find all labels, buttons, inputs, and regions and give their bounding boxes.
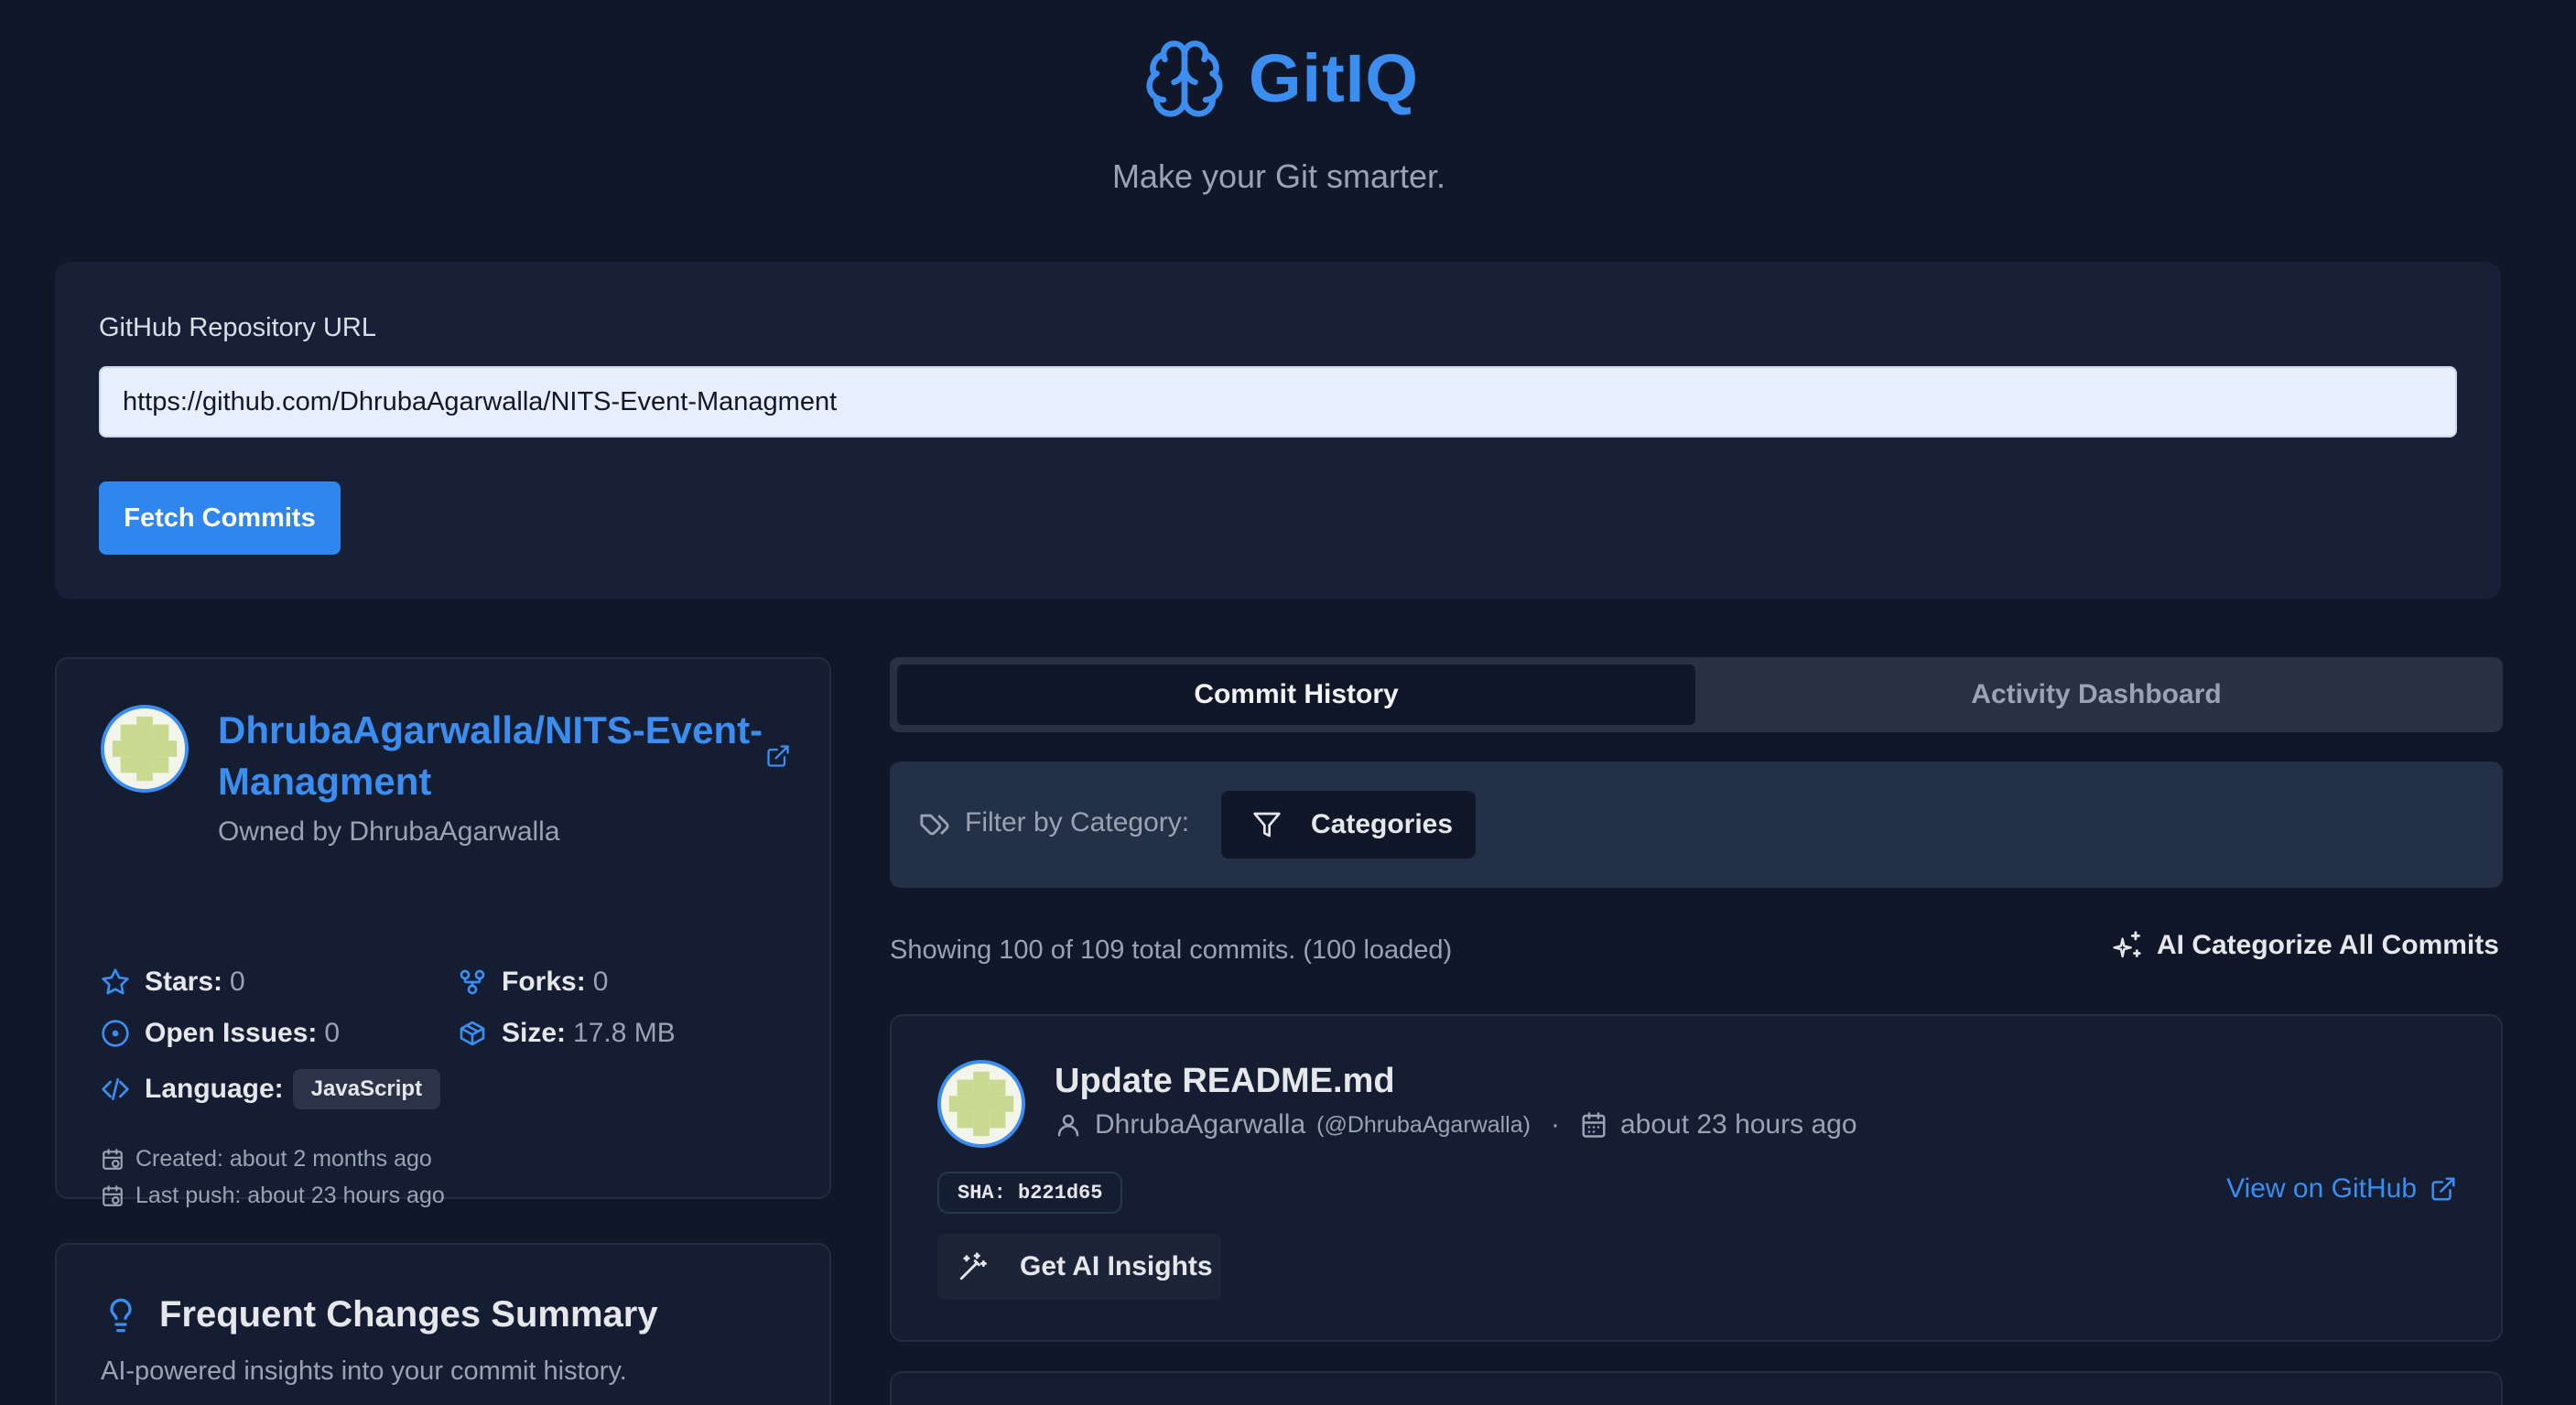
get-ai-insights-button[interactable]: Get AI Insights [937,1234,1221,1300]
frequent-changes-card: Frequent Changes Summary AI-powered insi… [55,1243,831,1405]
created-text: Created: about 2 months ago [135,1146,432,1172]
forks-value: 0 [592,967,609,997]
sparkles-icon [2113,931,2141,958]
stars-stat: Stars: 0 [101,967,245,998]
stars-value: 0 [230,967,245,997]
filter-icon [1253,812,1281,838]
repo-url-label: GitHub Repository URL [99,313,376,342]
external-link-icon[interactable] [765,743,791,769]
repo-info-card: DhrubaAgarwalla/NITS-Event-Managment Own… [55,657,831,1208]
fetch-commits-button[interactable]: Fetch Commits [99,481,341,555]
commit-author-avatar [937,1060,1025,1148]
calendar-clock-icon [103,1184,123,1206]
repo-url-input[interactable] [99,366,2457,438]
filter-label: Filter by Category: [965,807,1190,838]
forks-stat: Forks: 0 [458,967,608,998]
identicon-icon [104,708,185,789]
view-on-github-label: View on GitHub [2226,1173,2417,1204]
size-value: 17.8 MB [573,1018,676,1048]
commit-message: Update README.md [1055,1062,1395,1100]
commit-count-text: Showing 100 of 109 total commits. (100 l… [890,935,1453,965]
view-tabs: Commit History Activity Dashboard [890,657,2503,732]
ai-categorize-button[interactable]: AI Categorize All Commits [2111,930,2499,961]
created-date: Created: about 2 months ago [101,1146,432,1173]
brain-icon [1146,40,1223,117]
app-title: GitIQ [1249,40,1419,116]
tab-activity-dashboard[interactable]: Activity Dashboard [1697,665,2495,725]
code-icon [102,1078,129,1100]
ai-categorize-label: AI Categorize All Commits [2157,930,2499,960]
commit-card: Update README.md DhrubaAgarwalla (@Dhrub… [890,1014,2503,1342]
git-fork-icon [460,969,485,995]
commit-card-next [890,1371,2503,1405]
star-icon [102,968,129,995]
repo-owner: Owned by DhrubaAgarwalla [218,816,560,847]
language-stat: Language: JavaScript [101,1069,441,1109]
repo-name-link[interactable]: DhrubaAgarwalla/NITS-Event-Managment [218,705,767,807]
repo-owner-avatar [101,705,189,793]
gitiq-app: GitIQ Make your Git smarter. GitHub Repo… [0,0,2576,1405]
summary-subtitle: AI-powered insights into your commit his… [101,1356,627,1386]
calendar-icon [1582,1112,1606,1138]
app-header: GitIQ Make your Git smarter. [0,0,2576,220]
size-label: Size: [502,1018,567,1048]
meta-separator: · [1550,1109,1560,1140]
tags-icon [920,814,949,836]
language-label: Language: [145,1074,284,1104]
wand-sparkles-icon [959,1252,987,1281]
language-badge: JavaScript [292,1069,441,1109]
view-on-github-link[interactable]: View on GitHub [2226,1173,2457,1205]
tagline: Make your Git smarter. [1111,157,1446,195]
commit-sha-badge: SHA: b221d65 [937,1172,1123,1214]
issue-circle-icon [102,1020,129,1047]
brand: GitIQ [1142,35,1419,123]
user-icon [1057,1114,1079,1137]
forks-label: Forks: [502,967,586,997]
commit-author-handle: (@DhrubaAgarwalla) [1316,1111,1531,1138]
package-icon [460,1021,485,1046]
last-push-text: Last push: about 23 hours ago [135,1183,445,1208]
last-push-date: Last push: about 23 hours ago [101,1183,445,1209]
category-filter-bar: Filter by Category: Categories [890,762,2503,888]
repo-url-panel: GitHub Repository URL Fetch Commits [55,262,2501,599]
stars-label: Stars: [145,967,223,997]
issues-stat: Open Issues: 0 [101,1018,340,1049]
get-ai-insights-label: Get AI Insights [1020,1251,1213,1281]
calendar-clock-icon [103,1148,123,1170]
identicon-icon [941,1064,1022,1144]
categories-dropdown-button[interactable]: Categories [1221,791,1476,859]
commit-author: DhrubaAgarwalla [1095,1109,1306,1140]
tab-commit-history[interactable]: Commit History [897,665,1695,725]
external-link-icon [2431,1177,2455,1201]
size-stat: Size: 17.8 MB [458,1018,676,1049]
issues-label: Open Issues: [145,1018,318,1048]
categories-label: Categories [1311,809,1454,839]
commit-meta: DhrubaAgarwalla (@DhrubaAgarwalla) · abo… [1055,1109,1857,1140]
commit-time: about 23 hours ago [1619,1109,1857,1140]
lightbulb-icon [110,1298,132,1333]
summary-title: Frequent Changes Summary [159,1294,658,1335]
issues-value: 0 [324,1018,341,1048]
